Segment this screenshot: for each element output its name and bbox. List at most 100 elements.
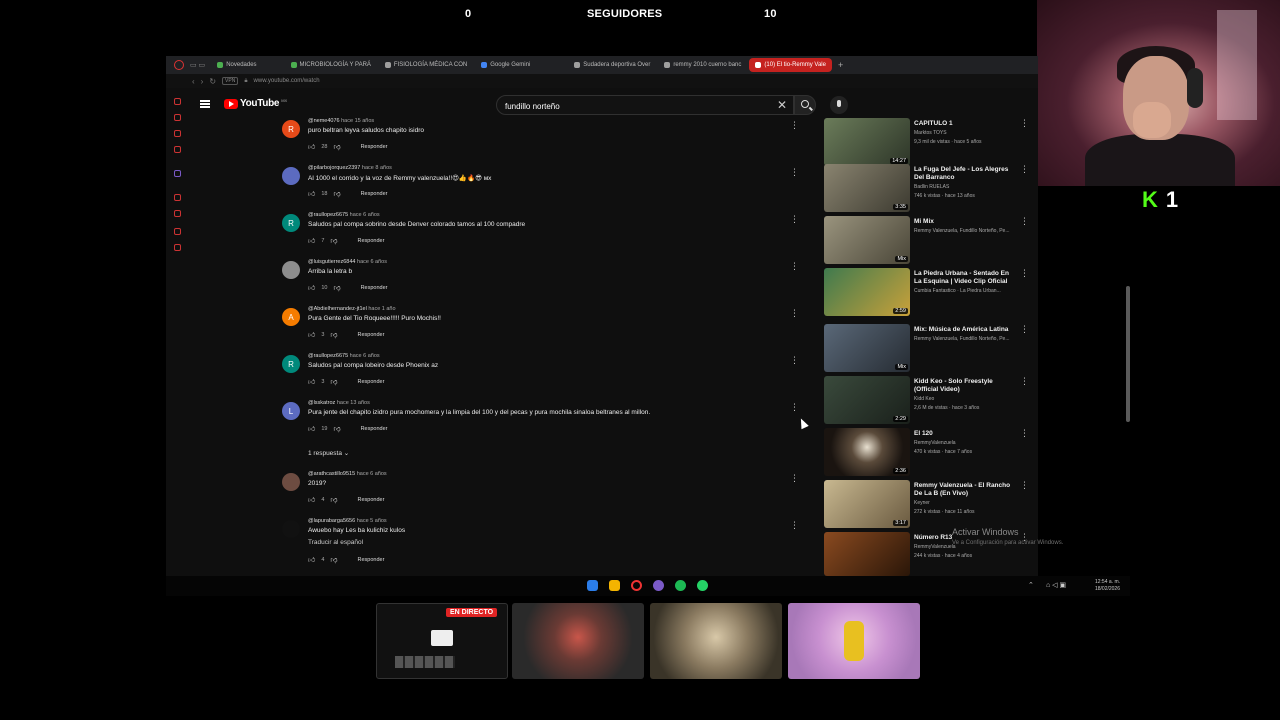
- tab-actions-icon[interactable]: ▭ ▭: [190, 61, 205, 69]
- comment-author[interactable]: @lapurabarga5656: [308, 518, 355, 524]
- video-channel[interactable]: Remmy Valenzuela, Fundillo Norteño, Pe..…: [914, 228, 1026, 234]
- forward-icon[interactable]: ›: [201, 77, 204, 86]
- comment-more-icon[interactable]: ⋮: [790, 167, 799, 178]
- comment-author[interactable]: @Abdielhernandez-jt1el: [308, 306, 367, 312]
- reply-button[interactable]: Responder: [358, 557, 385, 563]
- system-clock[interactable]: 12:54 a. m. 18/02/2026: [1095, 579, 1120, 593]
- recommended-video[interactable]: Mix Mix: Música de América Latina Remmy …: [824, 324, 1038, 376]
- video-channel[interactable]: Remmy Valenzuela, Fundillo Norteño, Pe..…: [914, 336, 1026, 342]
- sidebar-clock-icon[interactable]: [174, 194, 181, 201]
- tray-chevron-icon[interactable]: ⌃: [1028, 581, 1034, 589]
- comment-author[interactable]: @pilarbojorquez2397: [308, 165, 360, 171]
- comment-more-icon[interactable]: ⋮: [790, 520, 799, 531]
- video-title[interactable]: Remmy Valenzuela - El Rancho De La B (En…: [914, 482, 1018, 498]
- clear-search-icon[interactable]: ✕: [777, 98, 787, 112]
- dislike-icon[interactable]: 👎︎: [330, 236, 337, 245]
- like-icon[interactable]: 👍︎: [308, 236, 315, 245]
- tab-remmy-search[interactable]: remmy 2010 cuerno banc: [658, 58, 747, 72]
- reply-button[interactable]: Responder: [361, 285, 388, 291]
- like-icon[interactable]: 👍︎: [308, 142, 315, 151]
- video-title[interactable]: Mix: Música de América Latina: [914, 326, 1018, 334]
- address-bar[interactable]: ‹ › ↻ VPN 🔒︎ www.youtube.com/watch: [166, 74, 1038, 88]
- video-thumbnail[interactable]: [824, 532, 910, 576]
- file-explorer-icon[interactable]: [609, 580, 620, 591]
- opera-browser-icon[interactable]: [631, 580, 642, 591]
- tab-novedades[interactable]: Novedades: [211, 58, 262, 72]
- back-icon[interactable]: ‹: [192, 77, 195, 86]
- comment-author[interactable]: @raullopez6675: [308, 212, 348, 218]
- video-channel[interactable]: Marktos TOYS: [914, 130, 1026, 136]
- preview-person[interactable]: [512, 603, 644, 679]
- avatar[interactable]: L: [282, 402, 300, 420]
- comment-more-icon[interactable]: ⋮: [790, 473, 799, 484]
- video-thumbnail[interactable]: 2:29: [824, 376, 910, 424]
- like-icon[interactable]: 👍︎: [308, 495, 315, 504]
- comment-author[interactable]: @neme4076: [308, 118, 340, 124]
- like-icon[interactable]: 👍︎: [308, 330, 315, 339]
- voice-search-button[interactable]: [830, 96, 848, 114]
- reload-icon[interactable]: ↻: [209, 77, 216, 86]
- video-more-icon[interactable]: ⋮: [1020, 164, 1029, 175]
- video-thumbnail[interactable]: Mix: [824, 216, 910, 264]
- video-more-icon[interactable]: ⋮: [1020, 376, 1029, 387]
- sidebar-history-icon[interactable]: [174, 98, 181, 105]
- recommended-video[interactable]: 3:17 Remmy Valenzuela - El Rancho De La …: [824, 480, 1038, 532]
- tab-microbiologia[interactable]: MICROBIOLOGÍA Y PARÁ: [285, 58, 377, 72]
- show-replies-button[interactable]: 1 respuesta ⌄: [308, 449, 349, 457]
- dislike-icon[interactable]: 👎︎: [333, 189, 340, 198]
- new-tab-icon[interactable]: +: [838, 60, 843, 70]
- sidebar-chat-icon[interactable]: [174, 130, 181, 137]
- like-icon[interactable]: 👍︎: [308, 283, 315, 292]
- avatar[interactable]: [282, 261, 300, 279]
- comment-more-icon[interactable]: ⋮: [790, 355, 799, 366]
- comment-author[interactable]: @raullopez6675: [308, 353, 348, 359]
- comment-more-icon[interactable]: ⋮: [790, 402, 799, 413]
- translate-link[interactable]: Traducir al español: [308, 539, 363, 546]
- video-thumbnail[interactable]: 2:59: [824, 268, 910, 316]
- tab-youtube-video[interactable]: (10) El tio-Remmy Vale: [749, 58, 832, 72]
- reply-button[interactable]: Responder: [358, 379, 385, 385]
- sidebar-twitch-icon[interactable]: [174, 170, 181, 177]
- like-icon[interactable]: 👍︎: [308, 555, 315, 564]
- video-thumbnail[interactable]: 3:35: [824, 164, 910, 212]
- like-icon[interactable]: 👍︎: [308, 189, 315, 198]
- youtube-logo[interactable]: YouTube MX: [224, 98, 287, 109]
- reply-button[interactable]: Responder: [358, 497, 385, 503]
- sidebar-pin-icon[interactable]: [174, 228, 181, 235]
- video-thumbnail[interactable]: 3:17: [824, 480, 910, 528]
- url-text[interactable]: www.youtube.com/watch: [254, 78, 320, 84]
- start-menu-icon[interactable]: [587, 580, 598, 591]
- dislike-icon[interactable]: 👎︎: [330, 495, 337, 504]
- video-thumbnail[interactable]: Mix: [824, 324, 910, 372]
- video-channel[interactable]: Badlin RUELAS: [914, 184, 1026, 190]
- video-title[interactable]: CAPITULO 1: [914, 120, 1018, 128]
- video-thumbnail[interactable]: 14:27: [824, 118, 910, 166]
- recommended-video[interactable]: 3:35 La Fuga Del Jefe - Los Alegres Del …: [824, 164, 1038, 216]
- comment-more-icon[interactable]: ⋮: [790, 214, 799, 225]
- recommended-video[interactable]: 14:27 CAPITULO 1 Marktos TOYS 9,3 mil de…: [824, 118, 1038, 170]
- dislike-icon[interactable]: 👎︎: [333, 424, 340, 433]
- video-more-icon[interactable]: ⋮: [1020, 118, 1029, 129]
- avatar[interactable]: A: [282, 308, 300, 326]
- avatar[interactable]: R: [282, 214, 300, 232]
- video-channel[interactable]: Kidd Keo: [914, 396, 1026, 402]
- comment-author[interactable]: @luisgutierrez6844: [308, 259, 355, 265]
- video-title[interactable]: La Fuga Del Jefe - Los Alegres Del Barra…: [914, 166, 1018, 182]
- reply-button[interactable]: Responder: [361, 426, 388, 432]
- comment-author[interactable]: @arathcastillo9515: [308, 471, 355, 477]
- comment-author[interactable]: @lsskatroz: [308, 400, 335, 406]
- video-channel[interactable]: Cumbia Fantastico · La Piedra Urban...: [914, 288, 1026, 294]
- recommended-video[interactable]: Mix Mi Mix Remmy Valenzuela, Fundillo No…: [824, 216, 1038, 268]
- vpn-badge[interactable]: VPN: [222, 77, 239, 85]
- avatar[interactable]: [282, 473, 300, 491]
- preview-bottle[interactable]: [788, 603, 920, 679]
- recommended-video[interactable]: 2:29 Kidd Keo - Solo Freestyle (Official…: [824, 376, 1038, 428]
- reply-button[interactable]: Responder: [358, 238, 385, 244]
- avatar[interactable]: [282, 520, 300, 538]
- avatar[interactable]: [282, 167, 300, 185]
- dislike-icon[interactable]: 👎︎: [330, 330, 337, 339]
- dislike-icon[interactable]: 👎︎: [333, 142, 340, 151]
- video-more-icon[interactable]: ⋮: [1020, 480, 1029, 491]
- video-title[interactable]: Mi Mix: [914, 218, 1018, 226]
- video-more-icon[interactable]: ⋮: [1020, 268, 1029, 279]
